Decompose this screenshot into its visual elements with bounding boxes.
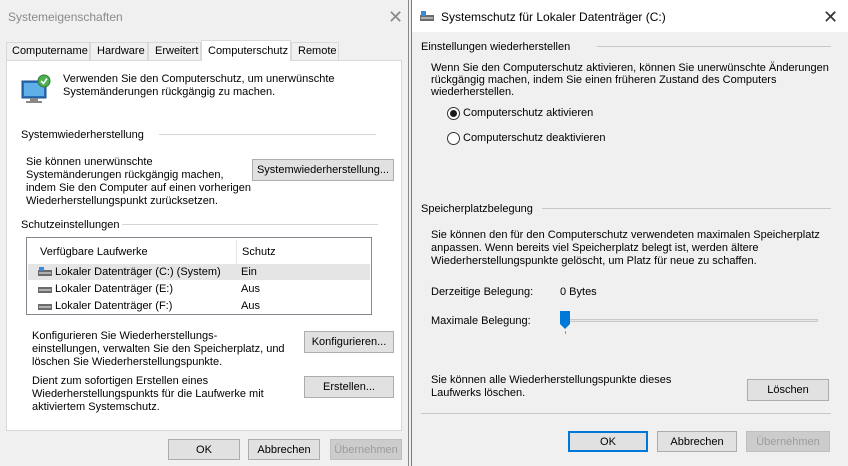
tab-remote[interactable]: Remote [291,42,339,60]
window-icon [420,10,435,22]
restore-settings-text-3: wiederherstellen. [431,86,515,98]
table-row[interactable]: Lokaler Datenträger (F:) Aus [28,298,370,314]
max-usage-slider[interactable] [560,310,822,334]
tab-erweitert[interactable]: Erweitert [148,42,201,60]
restore-text-4: Wiederherstellungspunkt zurücksetzen. [26,195,218,207]
system-properties-window: Systemeigenschaften ✕ Computername Hardw… [0,0,409,466]
restore-text-1: Sie können unerwünschte [26,156,153,168]
configure-text-1: Konfigurieren Sie Wiederherstellungs- [32,330,218,342]
create-text-1: Dient zum sofortigen Erstellen eines [32,375,209,387]
divider [421,413,831,414]
system-drive-icon [38,267,53,277]
cancel-button[interactable]: Abbrechen [657,431,737,452]
create-text-3: aktiviertem Systemschutz. [32,401,160,413]
disk-text-1: Sie können den für den Computerschutz ve… [431,229,820,241]
disk-text-3: Wiederherstellungspunkte gelöscht, um Pl… [431,255,757,267]
drive-status: Aus [241,283,260,295]
current-usage-value: 0 Bytes [560,286,597,298]
configure-text-2: einstellungen, verwalten Sie den Speiche… [32,343,285,355]
configure-text-3: löschen Sie Wiederherstellungspunkte. [32,356,223,368]
table-row[interactable]: Lokaler Datenträger (E:) Aus [28,281,370,297]
create-text-2: Wiederherstellungspunkts für die Laufwer… [32,388,264,400]
max-usage-label: Maximale Belegung: [431,315,531,327]
column-divider [236,240,237,264]
slider-track [564,319,818,322]
divider [122,224,378,225]
cancel-button[interactable]: Abbrechen [248,439,320,460]
delete-text-2: Laufwerks löschen. [431,387,526,399]
disk-usage-heading: Speicherplatzbelegung [421,203,533,215]
restore-text-2: Systemänderungen rückgängig machen, [26,169,224,181]
tab-hardware[interactable]: Hardware [90,42,148,60]
tab-computername[interactable]: Computername [6,42,90,60]
current-usage-label: Derzeitige Belegung: [431,286,534,298]
radio-enable-label[interactable]: Computerschutz aktivieren [463,107,593,120]
close-icon[interactable]: ✕ [388,8,403,26]
radio-enable-protection[interactable] [447,107,460,120]
protection-heading: Schutzeinstellungen [21,219,120,231]
divider [542,208,831,209]
delete-text-1: Sie können alle Wiederherstellungspunkte… [431,374,672,386]
window-title: Systemschutz für Lokaler Datenträger (C:… [441,10,666,24]
divider [597,46,831,47]
column-header-drives[interactable]: Verfügbare Laufwerke [40,246,148,259]
close-icon[interactable]: ✕ [823,8,838,26]
column-header-protection[interactable]: Schutz [242,246,276,259]
apply-button[interactable]: Übernehmen [746,431,830,452]
apply-button[interactable]: Übernehmen [330,439,402,460]
drive-name: Lokaler Datenträger (C:) (System) [55,266,221,278]
title-bar: Systemschutz für Lokaler Datenträger (C:… [412,0,848,32]
drive-status: Ein [241,266,257,278]
radio-disable-protection[interactable] [447,132,460,145]
tab-computerschutz[interactable]: Computerschutz [201,40,291,61]
configure-button[interactable]: Konfigurieren... [304,331,394,353]
system-restore-button[interactable]: Systemwiederherstellung... [252,159,394,181]
radio-disable-label[interactable]: Computerschutz deaktivieren [463,132,605,145]
slider-thumb[interactable] [560,311,570,329]
system-protection-window: Systemschutz für Lokaler Datenträger (C:… [411,0,848,466]
ok-button[interactable]: OK [568,431,648,452]
restore-settings-heading: Einstellungen wiederherstellen [421,41,571,53]
system-protection-icon [20,73,54,105]
disk-text-2: anpassen. Wenn bereits viel Speicherplat… [431,242,759,254]
window-title: Systemeigenschaften [8,10,123,24]
drive-name: Lokaler Datenträger (E:) [55,283,173,295]
restore-text-3: indem Sie den Computer auf einen vorheri… [26,182,252,194]
table-row[interactable]: Lokaler Datenträger (C:) (System) Ein [28,264,370,280]
drive-name: Lokaler Datenträger (F:) [55,300,173,312]
delete-button[interactable]: Löschen [747,379,829,401]
drive-status: Aus [241,300,260,312]
ok-button[interactable]: OK [168,439,240,460]
intro-line-2: Systemänderungen rückgängig zu machen. [63,86,276,98]
create-button[interactable]: Erstellen... [304,376,394,398]
drive-list[interactable]: Verfügbare Laufwerke Schutz Lokaler Date… [26,237,372,315]
drive-icon [38,285,53,293]
slider-tick [565,331,566,334]
restore-heading: Systemwiederherstellung [21,129,144,141]
tab-strip: Computername Hardware Erweitert Computer… [6,40,403,61]
intro-line-1: Verwenden Sie den Computerschutz, um une… [63,73,335,85]
divider [159,134,376,135]
tab-panel: Verwenden Sie den Computerschutz, um une… [6,60,402,431]
drive-icon [38,302,53,310]
